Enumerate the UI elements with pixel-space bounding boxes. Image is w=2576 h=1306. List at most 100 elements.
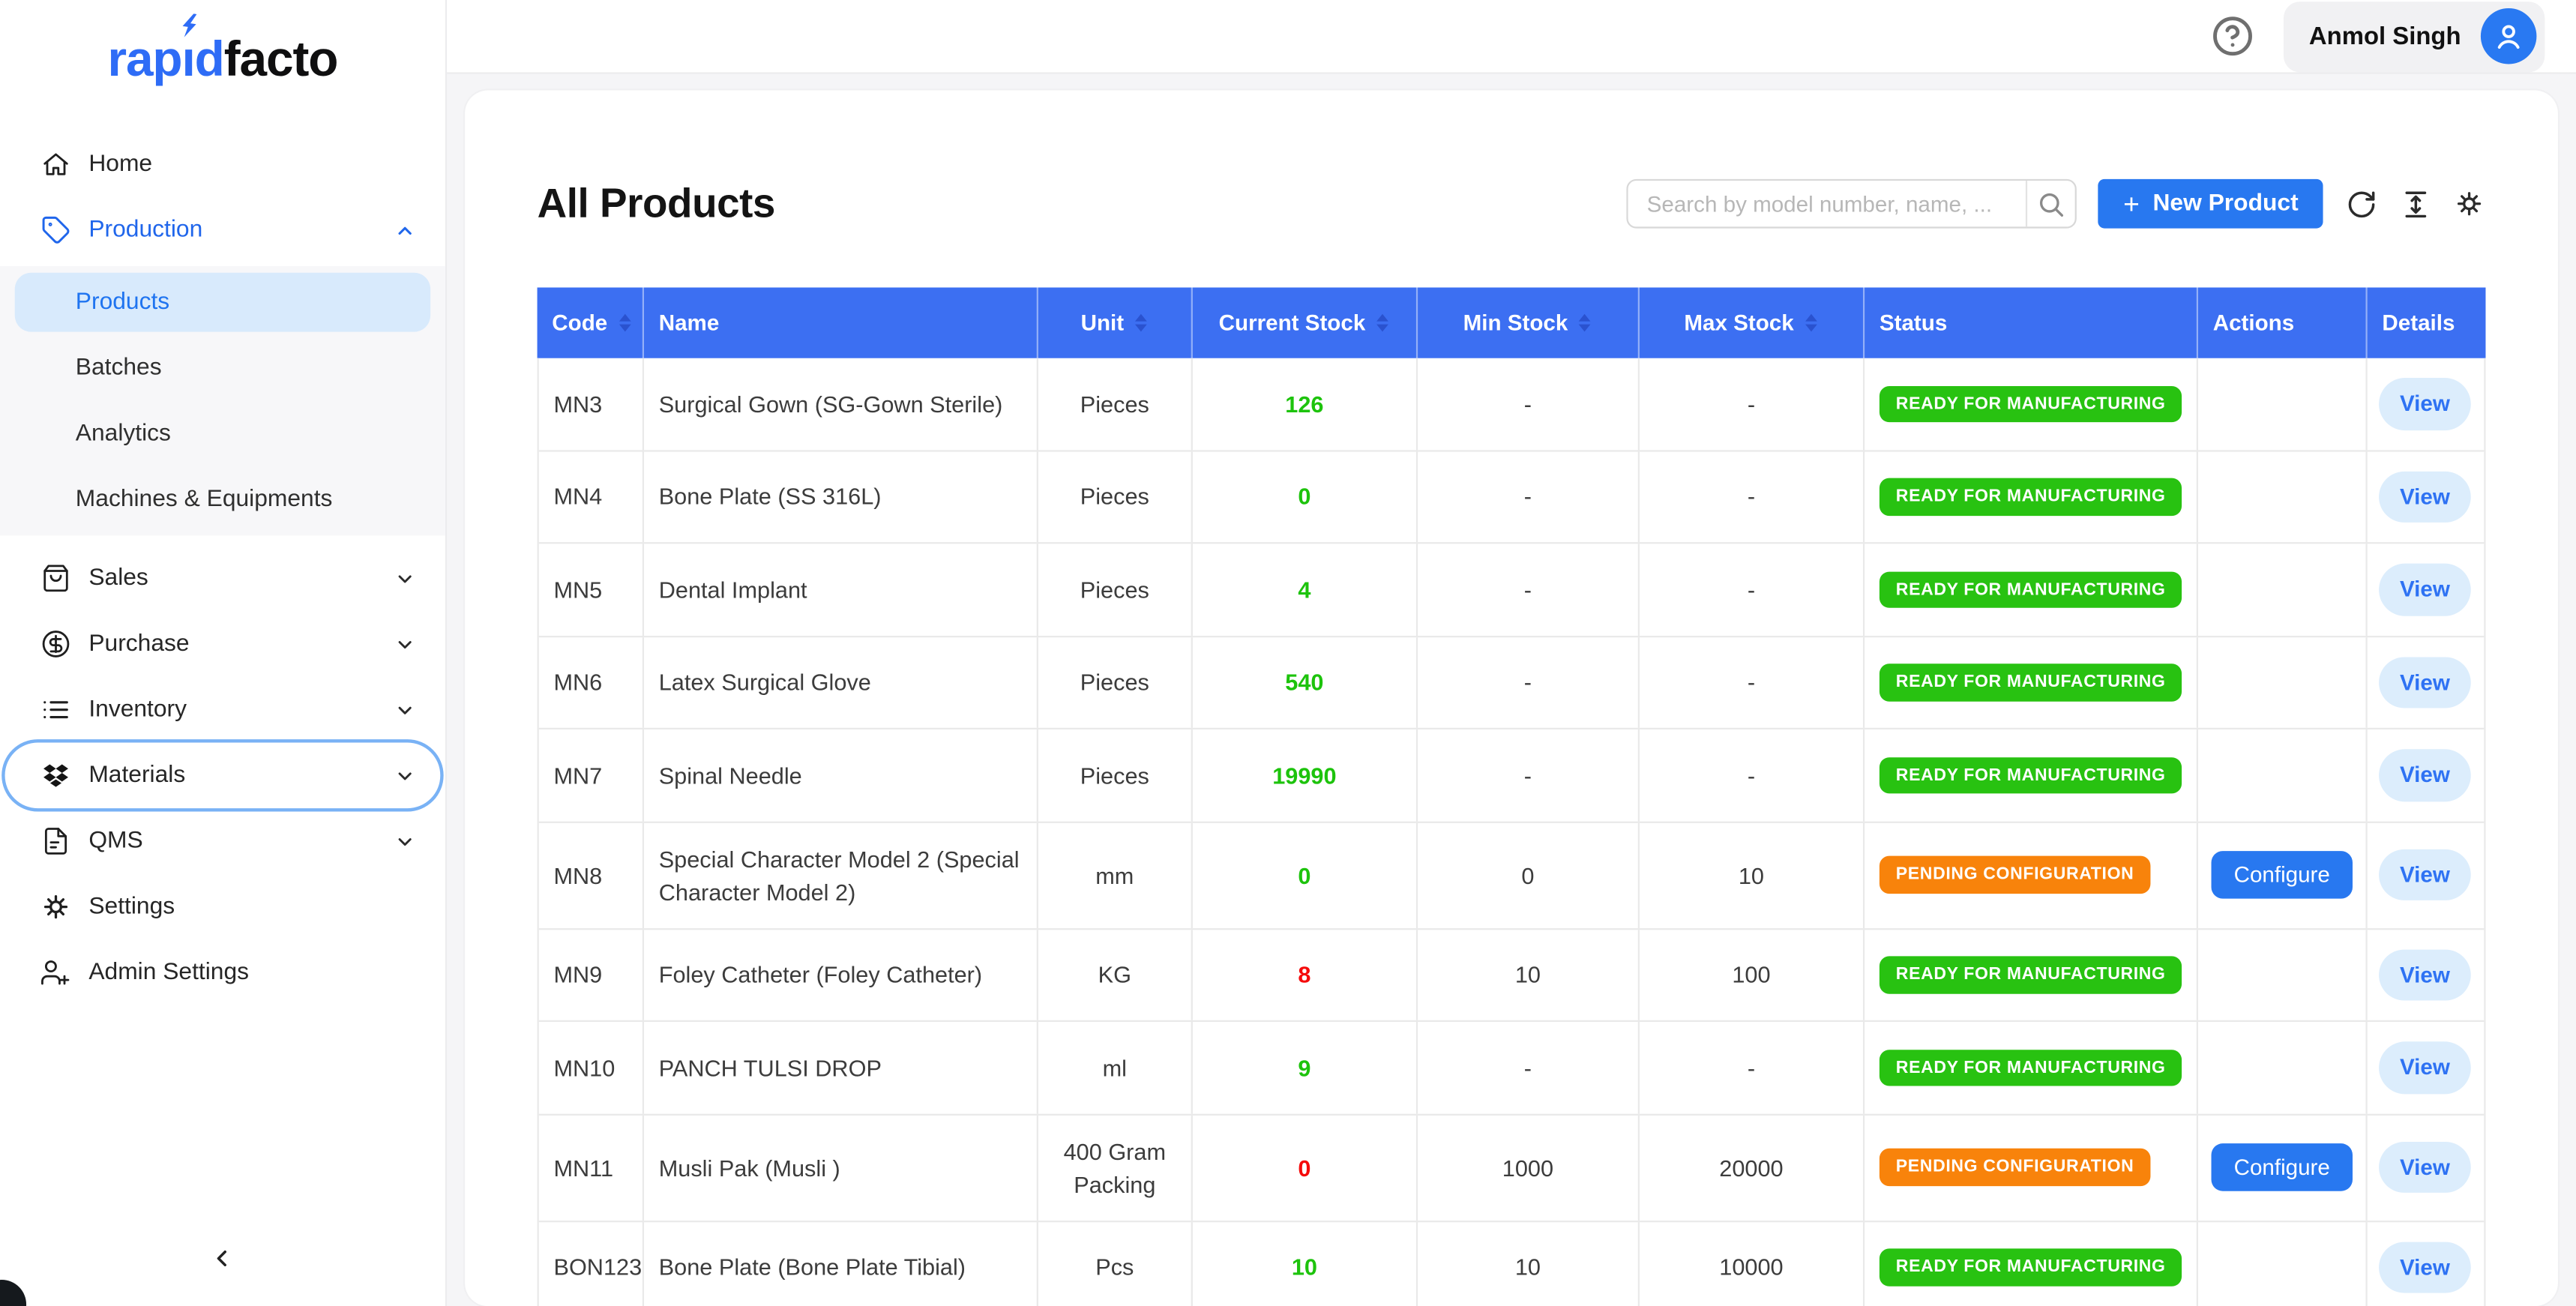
sidebar-subitem-batches[interactable]: Batches — [0, 335, 445, 401]
shopping-bag-icon — [41, 564, 70, 593]
cell-details: View — [2368, 1115, 2482, 1220]
sort-icon — [1577, 312, 1592, 333]
column-header-max-stock[interactable]: Max Stock — [1640, 287, 1865, 358]
chevron-down-icon — [394, 765, 415, 786]
configure-button[interactable]: Configure — [2211, 1143, 2353, 1192]
cell-details: View — [2368, 637, 2482, 728]
sidebar-item-sales[interactable]: Sales — [0, 546, 445, 612]
cell-name: Musli Pak (Musli ) — [644, 1115, 1038, 1220]
cell-name: Spinal Needle — [644, 729, 1038, 821]
cell-code: MN4 — [539, 451, 644, 543]
cell-code: MN5 — [539, 544, 644, 635]
sidebar-subitem-machines-equipments[interactable]: Machines & Equipments — [0, 466, 445, 532]
cell-actions — [2198, 1221, 2368, 1306]
sidebar-subitem-analytics[interactable]: Analytics — [0, 401, 445, 467]
cell-status: READY FOR MANUFACTURING — [1865, 1221, 2198, 1306]
document-icon — [41, 826, 70, 855]
table-row: BON123Bone Plate (Bone Plate Tibial)Pcs1… — [539, 1221, 2485, 1306]
stock-value: 0 — [1298, 858, 1310, 891]
cell-status: READY FOR MANUFACTURING — [1865, 929, 2198, 1020]
cell-max-stock: - — [1640, 358, 1865, 450]
view-button[interactable]: View — [2378, 656, 2471, 708]
user-menu[interactable]: Anmol Singh — [2283, 1, 2545, 71]
refresh-icon[interactable] — [2344, 187, 2377, 220]
cell-unit: Pieces — [1038, 637, 1193, 728]
sort-icon — [1804, 312, 1819, 333]
cell-details: View — [2368, 1221, 2482, 1306]
column-header-code[interactable]: Code — [538, 287, 644, 358]
sidebar-item-settings[interactable]: Settings — [0, 874, 445, 940]
cell-unit: ml — [1038, 1022, 1193, 1113]
sidebar-item-home[interactable]: Home — [0, 131, 445, 197]
cell-code: MN7 — [539, 729, 644, 821]
cell-unit: Pieces — [1038, 544, 1193, 635]
sidebar-item-admin-settings[interactable]: Admin Settings — [0, 939, 445, 1005]
chevron-down-icon — [394, 699, 415, 720]
view-button[interactable]: View — [2378, 1041, 2471, 1093]
sidebar-item-purchase[interactable]: Purchase — [0, 611, 445, 677]
sidebar-collapse-button[interactable] — [196, 1232, 248, 1284]
view-button[interactable]: View — [2378, 749, 2471, 801]
view-button[interactable]: View — [2378, 471, 2471, 523]
topbar: Anmol Singh — [447, 0, 2576, 74]
materials-icon — [41, 761, 70, 790]
new-product-button[interactable]: + New Product — [2098, 179, 2323, 229]
view-button[interactable]: View — [2378, 948, 2471, 1000]
cell-current-stock: 0 — [1193, 822, 1418, 927]
chat-widget[interactable] — [0, 1280, 26, 1306]
cell-status: READY FOR MANUFACTURING — [1865, 451, 2198, 543]
table-row: MN11Musli Pak (Musli )400 Gram Packing01… — [539, 1115, 2485, 1221]
column-header-min-stock[interactable]: Min Stock — [1418, 287, 1640, 358]
stock-value: 9 — [1298, 1051, 1310, 1084]
status-badge: READY FOR MANUFACTURING — [1880, 756, 2182, 793]
status-badge: READY FOR MANUFACTURING — [1880, 385, 2182, 422]
tag-icon — [41, 215, 70, 244]
view-button[interactable]: View — [2378, 1242, 2471, 1293]
table-body: MN3Surgical Gown (SG-Gown Sterile)Pieces… — [538, 358, 2486, 1306]
column-header-current-stock[interactable]: Current Stock — [1193, 287, 1418, 358]
table-row: MN9Foley Catheter (Foley Catheter)KG8101… — [539, 929, 2485, 1022]
cell-min-stock: - — [1418, 451, 1640, 543]
table-settings-gear-icon[interactable] — [2453, 187, 2486, 220]
cell-min-stock: 10 — [1418, 1221, 1640, 1306]
stock-value: 126 — [1285, 388, 1323, 421]
chevron-down-icon — [394, 634, 415, 654]
cell-status: READY FOR MANUFACTURING — [1865, 637, 2198, 728]
cell-actions: Configure — [2198, 822, 2368, 927]
sidebar-item-production[interactable]: Production — [0, 197, 445, 263]
chevron-down-icon — [394, 568, 415, 589]
sidebar-item-qms[interactable]: QMS — [0, 808, 445, 874]
search-button[interactable] — [2026, 181, 2076, 226]
sidebar-nav: Home Production Products Batches Analyti… — [0, 131, 445, 1005]
sidebar-item-materials[interactable]: Materials — [5, 742, 441, 808]
cell-status: PENDING CONFIGURATION — [1865, 822, 2198, 927]
table-row: MN7Spinal NeedlePieces19990--READY FOR M… — [539, 729, 2485, 822]
stock-value: 0 — [1298, 480, 1310, 513]
help-icon[interactable] — [2209, 13, 2254, 59]
column-header-unit[interactable]: Unit — [1038, 287, 1193, 358]
view-button[interactable]: View — [2378, 564, 2471, 616]
table-row: MN8Special Character Model 2 (Special Ch… — [539, 822, 2485, 929]
view-button[interactable]: View — [2378, 378, 2471, 430]
status-badge: PENDING CONFIGURATION — [1880, 856, 2150, 893]
table-controls: + New Product — [1627, 179, 2485, 229]
cell-code: MN3 — [539, 358, 644, 450]
view-button[interactable]: View — [2378, 1141, 2471, 1193]
cell-current-stock: 8 — [1193, 929, 1418, 1020]
content-area: All Products + New Product — [447, 74, 2576, 1306]
configure-button[interactable]: Configure — [2211, 851, 2353, 900]
cell-min-stock: 1000 — [1418, 1115, 1640, 1220]
fit-height-icon[interactable] — [2398, 187, 2431, 220]
cell-status: READY FOR MANUFACTURING — [1865, 729, 2198, 821]
view-button[interactable]: View — [2378, 849, 2471, 900]
plus-icon: + — [2123, 190, 2140, 217]
search-input[interactable] — [1629, 191, 2026, 216]
cell-actions — [2198, 544, 2368, 635]
sidebar-item-inventory[interactable]: Inventory — [0, 677, 445, 743]
cell-details: View — [2368, 929, 2482, 1020]
cell-name: Latex Surgical Glove — [644, 637, 1038, 728]
sidebar-subitem-products[interactable]: Products — [15, 273, 430, 332]
stock-value: 0 — [1298, 1151, 1310, 1184]
cell-name: PANCH TULSI DROP — [644, 1022, 1038, 1113]
cell-max-stock: 20000 — [1640, 1115, 1865, 1220]
